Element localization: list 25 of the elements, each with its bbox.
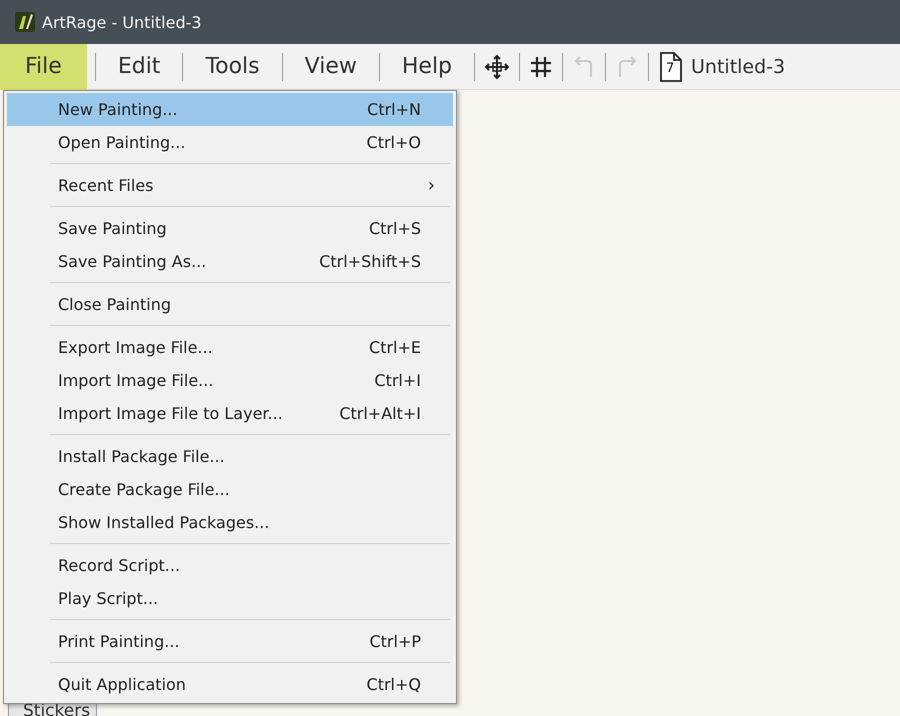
menu-option[interactable]: Print Painting... Ctrl+P [7,625,453,658]
menu-item[interactable]: View [286,44,375,90]
menu-option[interactable]: Quit Application Ctrl+Q [7,668,453,701]
menu-option[interactable]: Import Image File to Layer... Ctrl+Alt+I [7,397,453,430]
menu-option[interactable]: Show Installed Packages... [7,506,453,539]
menu-item[interactable]: File [0,44,87,90]
menu-option[interactable]: New Painting... Ctrl+N [7,93,453,126]
menu-option[interactable]: Install Package File... [7,440,453,473]
menu-option[interactable]: Open Painting... Ctrl+O [7,126,453,159]
menu-option[interactable]: Export Image File... Ctrl+E [7,331,453,364]
menu-option[interactable]: Save Painting Ctrl+S [7,212,453,245]
menu-option[interactable]: Recent Files › [7,169,453,202]
menu-option[interactable]: Save Painting As... Ctrl+Shift+S [7,245,453,278]
menu-option[interactable]: Close Painting [7,288,453,321]
menu-option[interactable]: Import Image File... Ctrl+I [7,364,453,397]
menu-option[interactable]: Record Script... [7,549,453,582]
menu-item[interactable]: Tools [187,44,278,90]
menu-option[interactable]: Play Script... [7,582,453,615]
menu-item[interactable]: Edit [100,44,178,90]
canvas[interactable] [0,90,900,716]
app-logo-icon [14,11,36,33]
menu-option[interactable]: Create Package File... [7,473,453,506]
menu-item[interactable]: Help [384,44,470,90]
document-name: Untitled-3 [691,56,786,78]
window-title: ArtRage - Untitled-3 [42,12,202,32]
